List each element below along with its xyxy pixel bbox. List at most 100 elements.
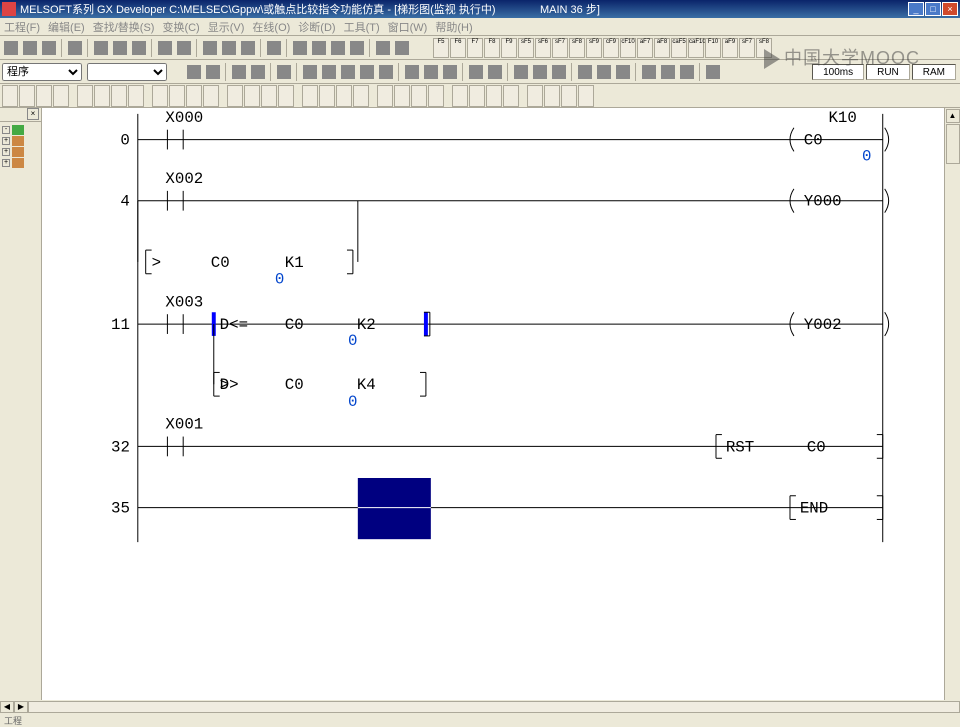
fkey-btn-27[interactable]	[503, 85, 519, 107]
tb2-btn-10[interactable]	[377, 63, 395, 81]
menu-item-2[interactable]: 查找/替换(S)	[93, 19, 155, 35]
tb2-btn-7[interactable]	[320, 63, 338, 81]
ladder-element-btn-14[interactable]: caF5	[671, 38, 687, 58]
panel-close-icon[interactable]: ×	[27, 108, 39, 120]
fkey-btn-10[interactable]	[186, 85, 202, 107]
tb2-btn-20[interactable]	[595, 63, 613, 81]
tb2-btn-14[interactable]	[467, 63, 485, 81]
menu-item-5[interactable]: 在线(O)	[252, 19, 290, 35]
tb2-btn-15[interactable]	[486, 63, 504, 81]
fkey-btn-20[interactable]	[377, 85, 393, 107]
tb2-btn-3[interactable]	[230, 63, 248, 81]
copy-button[interactable]	[111, 39, 129, 57]
ladder-element-btn-0[interactable]: F5	[433, 38, 449, 58]
ladder-element-btn-3[interactable]: F8	[484, 38, 500, 58]
fkey-btn-6[interactable]	[111, 85, 127, 107]
tb2-btn-4[interactable]	[249, 63, 267, 81]
vertical-scrollbar[interactable]: ▲	[944, 108, 960, 700]
window-button[interactable]	[374, 39, 392, 57]
fkey-btn-15[interactable]	[278, 85, 294, 107]
tb2-btn-17[interactable]	[531, 63, 549, 81]
fkey-btn-2[interactable]	[36, 85, 52, 107]
fkey-btn-8[interactable]	[152, 85, 168, 107]
tb2-btn-23[interactable]	[659, 63, 677, 81]
undo-button[interactable]	[156, 39, 174, 57]
ladder-element-btn-6[interactable]: sF6	[535, 38, 551, 58]
tb2-btn-11[interactable]	[403, 63, 421, 81]
menu-item-8[interactable]: 窗口(W)	[388, 19, 428, 35]
fkey-btn-7[interactable]	[128, 85, 144, 107]
view3-button[interactable]	[348, 39, 366, 57]
menu-item-0[interactable]: 工程(F)	[4, 19, 40, 35]
ladder-element-btn-16[interactable]: F10	[705, 38, 721, 58]
tree-item-2[interactable]: +	[2, 147, 39, 157]
fkey-btn-12[interactable]	[227, 85, 243, 107]
fkey-btn-9[interactable]	[169, 85, 185, 107]
ladder-element-btn-15[interactable]: caF10	[688, 38, 704, 58]
print-button[interactable]	[66, 39, 84, 57]
scroll-left-icon[interactable]: ◀	[0, 701, 14, 713]
fkey-btn-26[interactable]	[486, 85, 502, 107]
tb2-btn-2[interactable]	[204, 63, 222, 81]
view-button[interactable]	[310, 39, 328, 57]
menu-item-3[interactable]: 变换(C)	[162, 19, 199, 35]
scroll-up-icon[interactable]: ▲	[946, 109, 960, 123]
fkey-btn-1[interactable]	[19, 85, 35, 107]
help-button[interactable]	[393, 39, 411, 57]
zoom-button[interactable]	[220, 39, 238, 57]
fkey-btn-17[interactable]	[319, 85, 335, 107]
paste-button[interactable]	[130, 39, 148, 57]
fkey-btn-19[interactable]	[353, 85, 369, 107]
ladder-element-btn-5[interactable]: sF5	[518, 38, 534, 58]
cut-button[interactable]	[92, 39, 110, 57]
bottom-tab[interactable]: 工程	[0, 714, 960, 720]
fkey-btn-13[interactable]	[244, 85, 260, 107]
mode-select[interactable]: 程序	[2, 63, 82, 81]
scroll-right-icon[interactable]: ▶	[14, 701, 28, 713]
tb2-btn-19[interactable]	[576, 63, 594, 81]
maximize-button[interactable]: □	[925, 2, 941, 16]
tree-root[interactable]: -	[2, 125, 39, 135]
ladder-element-btn-11[interactable]: cF10	[620, 38, 636, 58]
close-button[interactable]: ×	[942, 2, 958, 16]
save-button[interactable]	[40, 39, 58, 57]
ladder-element-btn-12[interactable]: aF7	[637, 38, 653, 58]
fkey-btn-24[interactable]	[452, 85, 468, 107]
redo-button[interactable]	[175, 39, 193, 57]
tb2-btn-24[interactable]	[678, 63, 696, 81]
tb2-btn-21[interactable]	[614, 63, 632, 81]
fkey-btn-28[interactable]	[527, 85, 543, 107]
fkey-btn-30[interactable]	[561, 85, 577, 107]
menu-item-7[interactable]: 工具(T)	[344, 19, 380, 35]
tb2-btn-12[interactable]	[422, 63, 440, 81]
menu-item-9[interactable]: 帮助(H)	[435, 19, 472, 35]
fkey-btn-25[interactable]	[469, 85, 485, 107]
view2-button[interactable]	[329, 39, 347, 57]
fkey-btn-11[interactable]	[203, 85, 219, 107]
ladder-element-btn-9[interactable]: sF9	[586, 38, 602, 58]
tb2-btn-25[interactable]	[704, 63, 722, 81]
tb2-btn-22[interactable]	[640, 63, 658, 81]
ladder-element-btn-19[interactable]: sF8	[756, 38, 772, 58]
ladder-element-btn-4[interactable]: F9	[501, 38, 517, 58]
monitor-button[interactable]	[239, 39, 257, 57]
menu-item-4[interactable]: 显示(V)	[208, 19, 245, 35]
fkey-btn-3[interactable]	[53, 85, 69, 107]
fkey-btn-21[interactable]	[394, 85, 410, 107]
minimize-button[interactable]: _	[908, 2, 924, 16]
tree-item-1[interactable]: +	[2, 136, 39, 146]
ladder-element-btn-10[interactable]: cF9	[603, 38, 619, 58]
fkey-btn-18[interactable]	[336, 85, 352, 107]
ladder-element-btn-8[interactable]: sF8	[569, 38, 585, 58]
fkey-btn-14[interactable]	[261, 85, 277, 107]
fkey-btn-5[interactable]	[94, 85, 110, 107]
fkey-btn-22[interactable]	[411, 85, 427, 107]
fkey-btn-31[interactable]	[578, 85, 594, 107]
tb2-btn-13[interactable]	[441, 63, 459, 81]
scroll-thumb[interactable]	[946, 124, 960, 164]
convert-button[interactable]	[291, 39, 309, 57]
ladder-element-btn-2[interactable]: F7	[467, 38, 483, 58]
menu-item-6[interactable]: 诊断(D)	[298, 19, 335, 35]
tb2-btn-1[interactable]	[185, 63, 203, 81]
ladder-element-btn-7[interactable]: sF7	[552, 38, 568, 58]
